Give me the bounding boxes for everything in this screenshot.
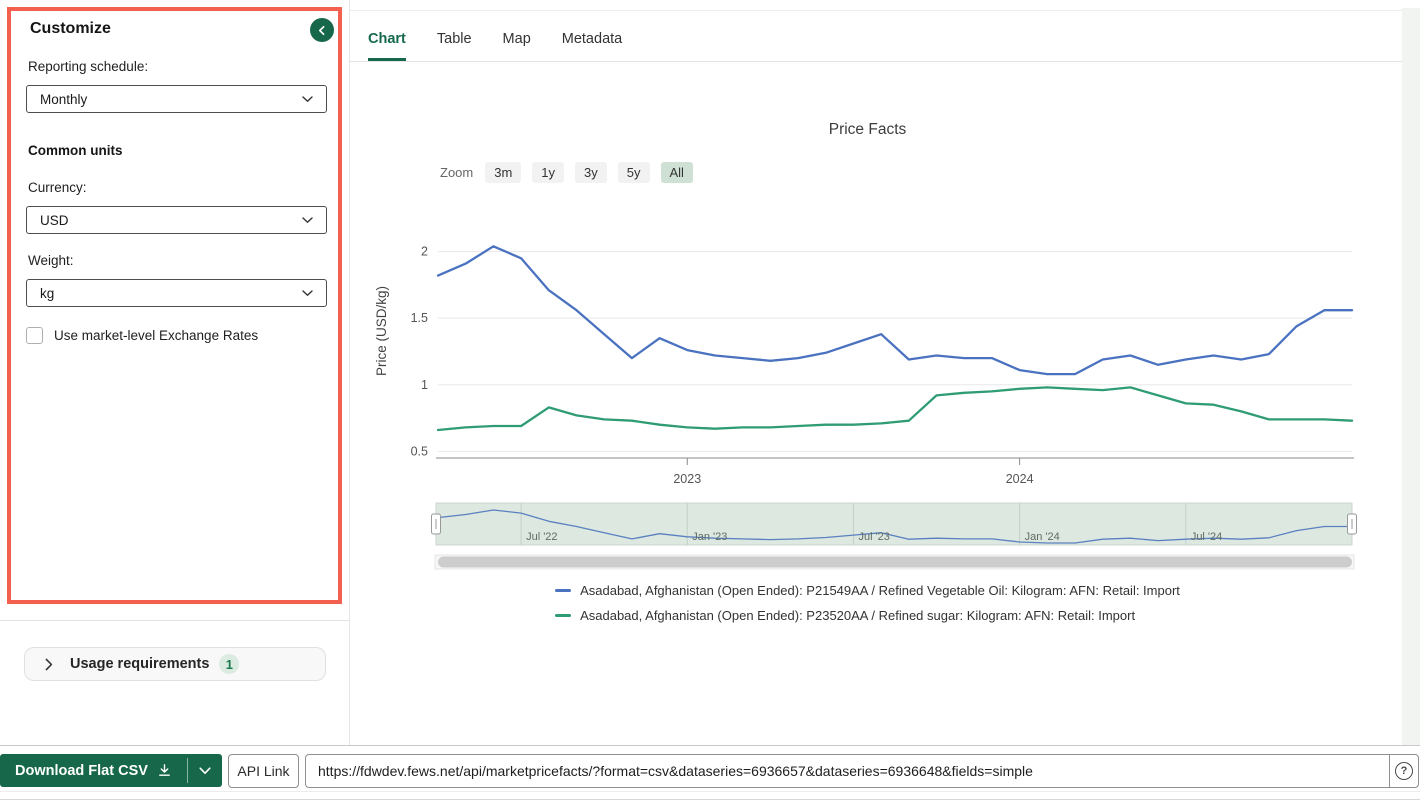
chart-legend: Asadabad, Afghanistan (Open Ended): P215… — [370, 578, 1365, 628]
page-scrollbar[interactable] — [1402, 8, 1420, 745]
download-options-caret[interactable] — [188, 754, 222, 787]
zoom-button-1y[interactable]: 1y — [532, 162, 564, 183]
common-units-heading: Common units — [28, 143, 123, 158]
zoom-button-3y[interactable]: 3y — [575, 162, 607, 183]
exchange-rates-checkbox[interactable] — [26, 327, 43, 344]
currency-value: USD — [40, 213, 69, 228]
zoom-controls: Zoom 3m 1y 3y 5y All — [440, 161, 693, 184]
weight-label: Weight: — [28, 253, 74, 268]
tab-chart[interactable]: Chart — [368, 31, 406, 61]
svg-text:Jan '24: Jan '24 — [1025, 531, 1060, 543]
price-chart-svg: Price (USD/kg) 0.5 1 1.5 2 2023 2024 Jul '22… — [370, 195, 1370, 575]
reporting-schedule-select[interactable]: Monthly — [26, 85, 327, 113]
y-axis-title: Price (USD/kg) — [374, 286, 389, 376]
svg-text:Jan '23: Jan '23 — [692, 531, 727, 543]
page-bottom-border — [0, 799, 1420, 800]
exchange-rates-label: Use market-level Exchange Rates — [54, 328, 258, 343]
chevron-down-icon — [302, 96, 313, 103]
svg-text:2: 2 — [421, 245, 428, 259]
content-top-border — [350, 10, 1404, 11]
weight-select[interactable]: kg — [26, 279, 327, 307]
svg-text:2024: 2024 — [1006, 472, 1034, 486]
download-button-label: Download Flat CSV — [15, 763, 148, 779]
scrollbar-thumb[interactable] — [438, 557, 1352, 568]
usage-requirements-label: Usage requirements — [70, 656, 209, 672]
legend-item-vegetable-oil[interactable]: Asadabad, Afghanistan (Open Ended): P215… — [555, 578, 1180, 603]
x-axis-ticks: 2023 2024 — [673, 458, 1033, 486]
legend-dash-green — [555, 614, 571, 617]
chart-scrollbar[interactable] — [435, 555, 1354, 569]
tabbar-border — [350, 61, 1404, 62]
currency-select[interactable]: USD — [26, 206, 327, 234]
help-icon[interactable]: ? — [1395, 762, 1413, 780]
help-cell: ? — [1389, 755, 1418, 787]
download-bar: Download Flat CSV API Link ? — [0, 745, 1420, 802]
customize-sidebar: Customize Reporting schedule: Monthly Co… — [0, 0, 350, 745]
sidebar-divider — [0, 620, 350, 621]
y-axis-labels: 0.5 1 1.5 2 — [411, 245, 428, 459]
tabbar: Chart Table Map Metadata — [368, 31, 622, 61]
legend-dash-blue — [555, 589, 571, 592]
download-flat-csv-button[interactable]: Download Flat CSV — [0, 754, 187, 787]
navigator-handle-left[interactable] — [432, 514, 441, 534]
api-link-label: API Link — [228, 754, 299, 788]
navigator-handle-right[interactable] — [1348, 514, 1357, 534]
svg-text:1: 1 — [421, 378, 428, 392]
exchange-rates-row: Use market-level Exchange Rates — [26, 327, 258, 344]
tab-metadata[interactable]: Metadata — [562, 31, 622, 61]
chevron-down-icon — [302, 290, 313, 297]
svg-text:Jul '24: Jul '24 — [1191, 531, 1222, 543]
download-split-button: Download Flat CSV — [0, 754, 222, 787]
svg-text:Jul '23: Jul '23 — [858, 531, 889, 543]
navigator[interactable]: Jul '22 Jan '23 Jul '23 Jan '24 Jul '24 — [432, 503, 1357, 545]
reporting-schedule-label: Reporting schedule: — [28, 59, 148, 74]
chevron-left-icon — [317, 25, 327, 36]
legend-label: Asadabad, Afghanistan (Open Ended): P215… — [580, 583, 1180, 598]
api-url-bar: ? — [305, 754, 1419, 788]
app-root: Customize Reporting schedule: Monthly Co… — [0, 0, 1420, 802]
api-url-input[interactable] — [306, 763, 1389, 779]
chart-title: Price Facts — [370, 121, 1365, 139]
tab-table[interactable]: Table — [437, 31, 472, 61]
chevron-down-icon — [199, 767, 211, 775]
legend-item-refined-sugar[interactable]: Asadabad, Afghanistan (Open Ended): P235… — [555, 603, 1180, 628]
svg-text:2023: 2023 — [673, 472, 701, 486]
series-vegetable-oil-line — [438, 246, 1352, 374]
usage-requirements-expander[interactable]: Usage requirements 1 — [24, 647, 326, 681]
svg-text:1.5: 1.5 — [411, 311, 428, 325]
svg-text:Jul '22: Jul '22 — [526, 531, 557, 543]
zoom-label: Zoom — [440, 165, 473, 180]
reporting-schedule-value: Monthly — [40, 92, 87, 107]
zoom-button-5y[interactable]: 5y — [618, 162, 650, 183]
chevron-down-icon — [302, 217, 313, 224]
tab-map[interactable]: Map — [503, 31, 531, 61]
usage-requirements-badge: 1 — [219, 654, 239, 674]
weight-value: kg — [40, 286, 54, 301]
download-icon — [157, 763, 172, 778]
legend-label: Asadabad, Afghanistan (Open Ended): P235… — [580, 608, 1135, 623]
collapse-sidebar-button[interactable] — [310, 18, 334, 42]
zoom-button-all[interactable]: All — [661, 162, 693, 183]
currency-label: Currency: — [28, 180, 87, 195]
chevron-right-icon — [45, 658, 53, 671]
zoom-button-3m[interactable]: 3m — [485, 162, 521, 183]
svg-text:0.5: 0.5 — [411, 444, 428, 458]
sidebar-title: Customize — [30, 20, 111, 38]
footer-divider — [0, 791, 1420, 792]
series-refined-sugar-line — [438, 387, 1352, 430]
